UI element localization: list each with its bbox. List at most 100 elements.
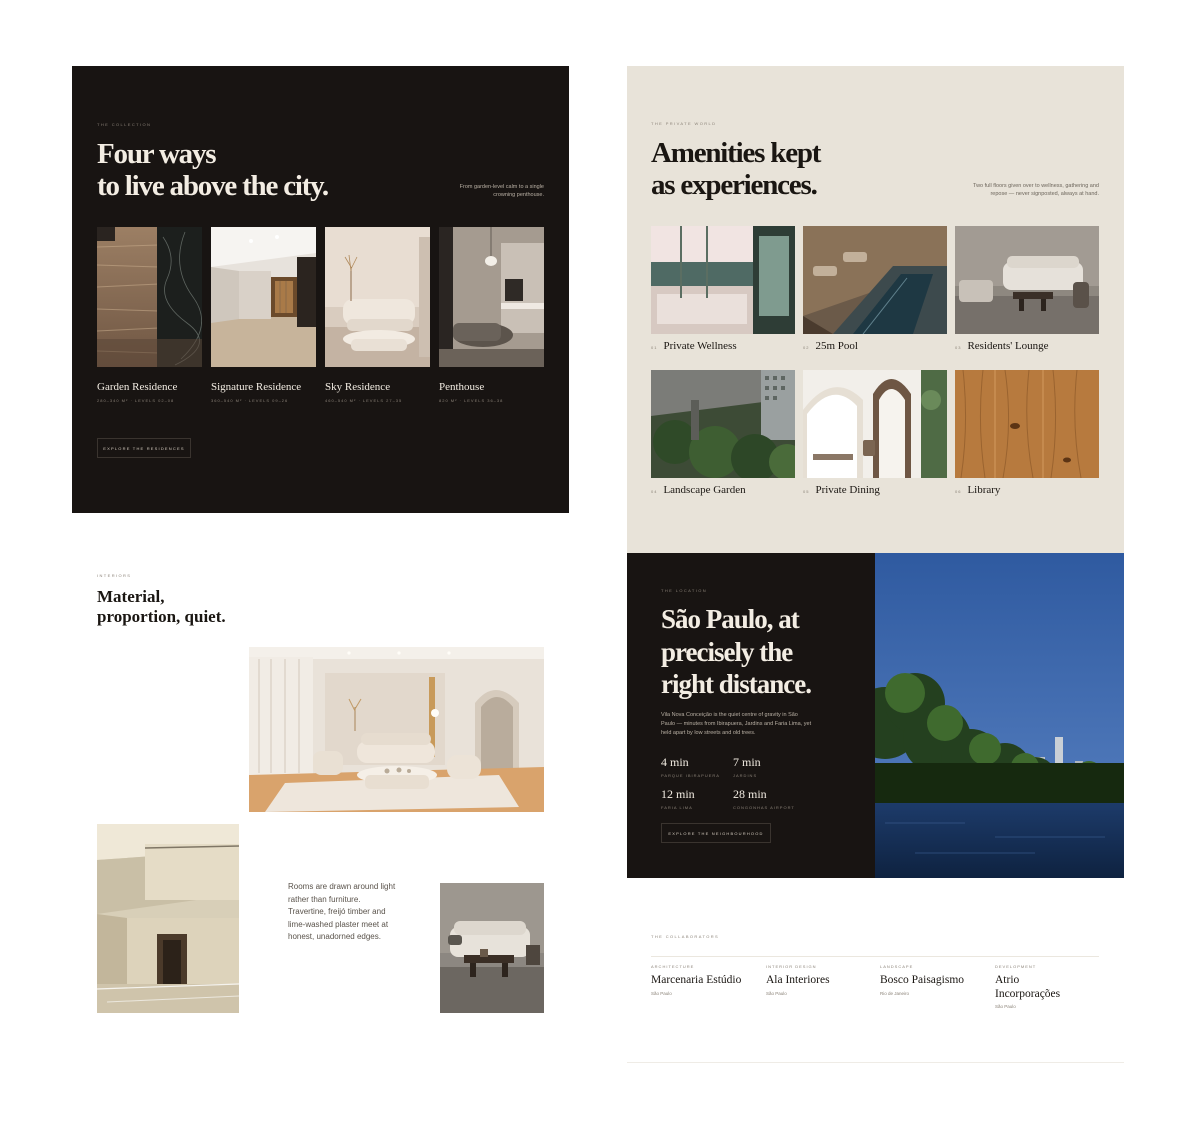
amenity-photo-dining: [803, 370, 947, 478]
amenity-number: 05: [803, 489, 810, 494]
amenities-headline-line2: as experiences.: [651, 169, 818, 201]
interiors-headline: Material, proportion, quiet.: [97, 587, 226, 627]
amenity-label: Private Wellness: [663, 340, 737, 352]
amenity-photo-wellness: [651, 226, 795, 334]
amenity-number: 03: [955, 345, 962, 350]
stat-faria-lima: 12 min FARIA LIMA: [661, 787, 695, 810]
location-headline: São Paulo, at precisely the right distan…: [661, 603, 812, 701]
stat-ibirapuera: 4 min PARQUE IBIRAPUERA: [661, 755, 720, 778]
interior-photo-atrium: [97, 824, 239, 1013]
amenity-photo-library: [955, 370, 1099, 478]
amenity-number: 04: [651, 489, 658, 494]
collaborator-interior-design[interactable]: INTERIOR DESIGN Ala Interiores São Paulo: [766, 964, 876, 996]
residence-name: Garden Residence: [97, 381, 178, 393]
residence-photo-penthouse: [439, 227, 544, 367]
stat-value: 7 min: [733, 755, 761, 769]
residence-card-sky[interactable]: Sky Residence 460–540 M² · LEVELS 27–35: [325, 227, 430, 403]
collaborators-eyebrow: THE COLLABORATORS: [651, 934, 720, 939]
interior-photo-lounge: [440, 883, 544, 1013]
residence-name: Signature Residence: [211, 381, 302, 393]
location-headline-line1: São Paulo, at: [661, 604, 800, 634]
stat-label: PARQUE IBIRAPUERA: [661, 773, 720, 778]
residence-name: Sky Residence: [325, 381, 391, 393]
interiors-headline-line1: Material,: [97, 587, 165, 606]
amenity-label: Library: [967, 484, 1001, 496]
amenity-card-library[interactable]: 06 Library: [955, 370, 1099, 496]
residence-meta: 360–540 M² · LEVELS 09–26: [211, 398, 289, 403]
amenities-headline-line1: Amenities kept: [651, 137, 821, 169]
residence-name: Penthouse: [439, 381, 485, 393]
collection-headline-line1: Four ways: [97, 138, 217, 170]
interiors-body-text: Rooms are drawn around light rather than…: [288, 882, 396, 941]
amenity-photo-pool: [803, 226, 947, 334]
collaborators-section: THE COLLABORATORS ARCHITECTURE Marcenari…: [627, 878, 1124, 1063]
explore-residences-button[interactable]: EXPLORE THE RESIDENCES: [97, 438, 191, 458]
location-headline-line3: right distance.: [661, 669, 812, 699]
amenity-number: 06: [955, 489, 962, 494]
residence-photo-garden: [97, 227, 202, 367]
amenity-label: 25m Pool: [815, 340, 858, 352]
collaborator-role: ARCHITECTURE: [651, 964, 695, 969]
collaborator-city: São Paulo: [651, 990, 672, 996]
amenity-label: Landscape Garden: [663, 484, 746, 496]
residence-meta: 280–340 M² · LEVELS 02–08: [97, 398, 175, 403]
residence-card-garden[interactable]: Garden Residence 280–340 M² · LEVELS 02–…: [97, 227, 202, 403]
amenity-card-lounge[interactable]: 03 Residents' Lounge: [955, 226, 1099, 352]
collaborator-landscape[interactable]: LANDSCAPE Bosco Paisagismo Rio de Janeir…: [880, 964, 990, 996]
amenity-number: 02: [803, 345, 810, 350]
collaborator-city: São Paulo: [766, 990, 787, 996]
amenity-card-garden[interactable]: 04 Landscape Garden: [651, 370, 795, 496]
amenity-label: Private Dining: [815, 484, 880, 496]
residence-card-penthouse[interactable]: Penthouse 820 M² · LEVELS 36–38: [439, 227, 544, 403]
residence-photo-sky: [325, 227, 430, 367]
residence-photo-signature: [211, 227, 316, 367]
amenity-card-wellness[interactable]: 01 Private Wellness: [651, 226, 795, 352]
collaborator-role: DEVELOPMENT: [995, 964, 1037, 969]
stat-label: FARIA LIMA: [661, 805, 693, 810]
interiors-eyebrow: INTERIORS: [97, 573, 132, 578]
amenity-label: Residents' Lounge: [967, 340, 1049, 352]
collaborator-architecture[interactable]: ARCHITECTURE Marcenaria Estúdio São Paul…: [651, 964, 761, 996]
amenities-section: THE PRIVATE WORLD Amenities kept as expe…: [627, 66, 1124, 553]
stat-label: CONGONHAS AIRPORT: [733, 805, 795, 810]
amenities-side-note: Two full floors given over to wellness, …: [973, 183, 1099, 197]
location-photo-park: [849, 553, 1124, 878]
stat-label: JARDINS: [733, 773, 758, 778]
interiors-headline-line2: proportion, quiet.: [97, 607, 226, 626]
collaborators-divider: [651, 956, 1099, 957]
collaborator-development[interactable]: DEVELOPMENT Atrio Incorporações São Paul…: [995, 964, 1085, 1009]
stat-value: 28 min: [733, 787, 767, 801]
collaborator-firm: Bosco Paisagismo: [880, 974, 965, 986]
collection-headline-line2: to live above the city.: [97, 170, 329, 202]
collaborator-city: Rio de Janeiro: [880, 990, 910, 996]
stat-value: 12 min: [661, 787, 695, 801]
location-body-text: Vila Nova Conceição is the quiet centre …: [661, 712, 812, 736]
location-text-panel: THE LOCATION São Paulo, at precisely the…: [627, 553, 875, 878]
collaborator-firm: Ala Interiores: [766, 974, 830, 986]
amenity-card-pool[interactable]: 02 25m Pool: [803, 226, 947, 352]
collaborator-firm: Atrio Incorporações: [995, 974, 1061, 1000]
residence-meta: 820 M² · LEVELS 36–38: [439, 398, 504, 403]
collection-headline: Four ways to live above the city.: [97, 138, 329, 202]
collection-side-note: From garden-level calm to a single crown…: [459, 184, 544, 198]
collection-section: THE COLLECTION Four ways to live above t…: [72, 66, 569, 513]
collaborator-firm: Marcenaria Estúdio: [651, 974, 742, 986]
collaborator-role: LANDSCAPE: [880, 964, 914, 969]
collection-eyebrow: THE COLLECTION: [97, 122, 152, 127]
amenity-photo-lounge: [955, 226, 1099, 334]
collaborator-role: INTERIOR DESIGN: [766, 964, 817, 969]
amenities-headline: Amenities kept as experiences.: [651, 137, 821, 201]
stat-value: 4 min: [661, 755, 689, 769]
stat-jardins: 7 min JARDINS: [733, 755, 761, 778]
stat-congonhas: 28 min CONGONHAS AIRPORT: [733, 787, 795, 810]
interior-photo-living-room: [249, 647, 544, 812]
location-section: THE LOCATION São Paulo, at precisely the…: [627, 553, 1124, 878]
residence-meta: 460–540 M² · LEVELS 27–35: [325, 398, 403, 403]
residence-card-signature[interactable]: Signature Residence 360–540 M² · LEVELS …: [211, 227, 316, 403]
amenities-eyebrow: THE PRIVATE WORLD: [651, 121, 717, 126]
amenity-number: 01: [651, 345, 658, 350]
location-eyebrow: THE LOCATION: [661, 588, 708, 593]
explore-neighbourhood-button[interactable]: EXPLORE THE NEIGHBOURHOOD: [661, 823, 771, 843]
amenity-photo-garden: [651, 370, 795, 478]
amenity-card-dining[interactable]: 05 Private Dining: [803, 370, 947, 496]
